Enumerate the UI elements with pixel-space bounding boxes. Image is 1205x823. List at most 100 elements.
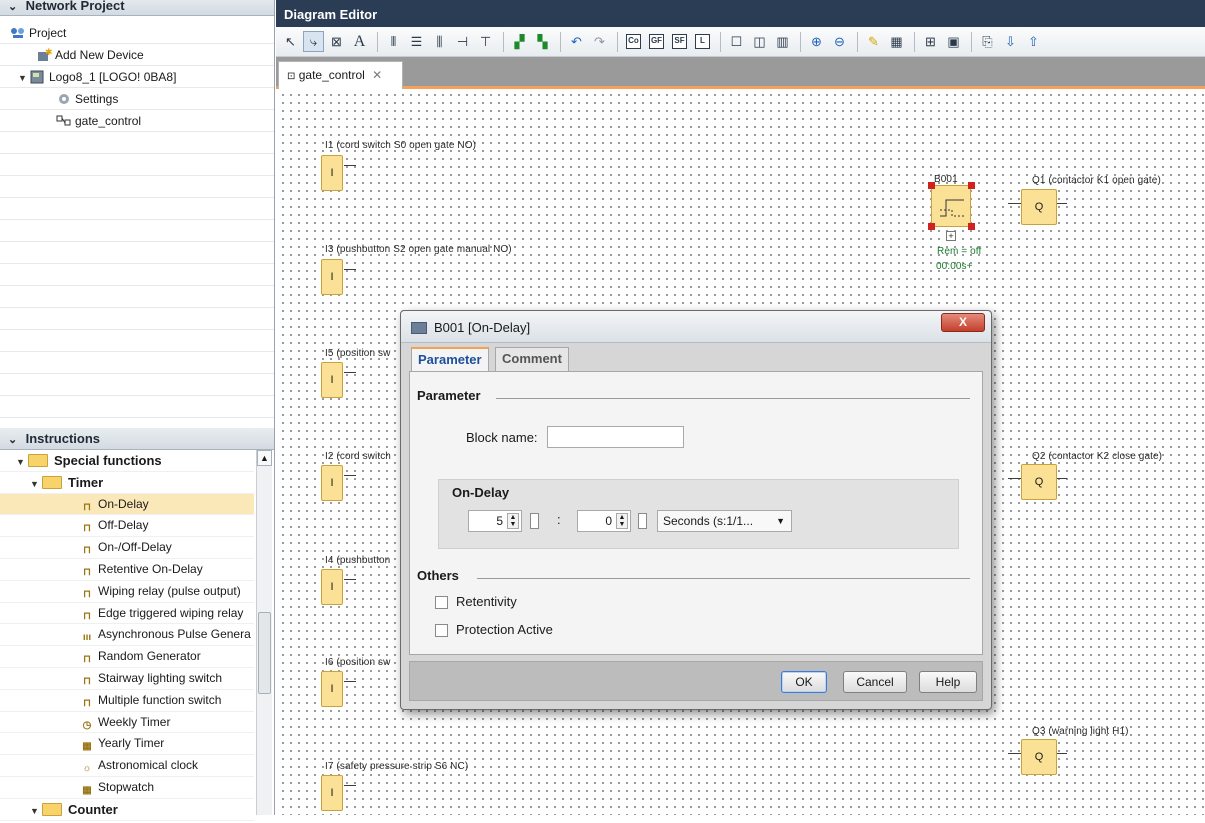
tab-comment[interactable]: Comment bbox=[495, 347, 569, 371]
highlight-icon[interactable]: ✎ bbox=[863, 31, 884, 52]
instruction-weekly-timer[interactable]: ◷ Weekly Timer bbox=[0, 712, 254, 734]
logic-button[interactable]: L bbox=[692, 31, 713, 52]
expand-arrow-icon[interactable]: ▼ bbox=[16, 452, 28, 474]
close-icon[interactable]: ✕ bbox=[372, 68, 382, 82]
split-view-icon[interactable]: ◫ bbox=[749, 31, 770, 52]
tree-item-add-device[interactable]: ✱ Add New Device bbox=[0, 44, 274, 66]
numbering-icon[interactable]: ▦ bbox=[886, 31, 907, 52]
properties-icon[interactable]: ⎘ bbox=[977, 31, 998, 52]
align-center-icon[interactable]: ☰ bbox=[406, 31, 427, 52]
redo-icon[interactable]: ↷ bbox=[589, 31, 610, 52]
scrollbar-thumb[interactable] bbox=[258, 612, 271, 694]
parameter-reference-icon[interactable] bbox=[530, 513, 539, 529]
expand-arrow-icon[interactable]: ▼ bbox=[18, 67, 30, 89]
instruction-yearly-timer[interactable]: ▦ Yearly Timer bbox=[0, 733, 254, 756]
undo-icon[interactable]: ↶ bbox=[566, 31, 587, 52]
input-block-i2[interactable]: I bbox=[321, 465, 343, 501]
input-block-i7[interactable]: I bbox=[321, 775, 343, 811]
instruction-stopwatch[interactable]: ▦ Stopwatch bbox=[0, 777, 254, 799]
cancel-button[interactable]: Cancel bbox=[843, 671, 907, 693]
output-block-q2[interactable]: Q bbox=[1021, 464, 1057, 500]
tree-folder-timer[interactable]: ▼ Timer bbox=[0, 472, 254, 494]
instruction-on-off-delay[interactable]: ⊓ On-/Off-Delay bbox=[0, 537, 254, 559]
constants-button[interactable]: Co bbox=[623, 31, 644, 52]
output-block-q3[interactable]: Q bbox=[1021, 739, 1057, 775]
expand-arrow-icon[interactable]: ▼ bbox=[30, 801, 42, 823]
align-top-icon[interactable]: ⫼ bbox=[429, 31, 450, 52]
instructions-scrollbar[interactable]: ▲ bbox=[256, 450, 272, 815]
tree-folder-counter[interactable]: ▼ Counter bbox=[0, 799, 254, 821]
instruction-edge-wiping-relay[interactable]: ⊓ Edge triggered wiping relay bbox=[0, 603, 254, 625]
split-connector-icon[interactable]: ⊠ bbox=[326, 31, 347, 52]
cut-connection-icon[interactable]: ▚ bbox=[532, 31, 553, 52]
upload-icon[interactable]: ⇧ bbox=[1023, 31, 1044, 52]
timer-block-b001[interactable] bbox=[931, 185, 971, 227]
time-value-spinner[interactable]: 5 ▲ ▼ bbox=[468, 510, 522, 532]
project-panel-header[interactable]: ⌄ Network Project bbox=[0, 0, 274, 16]
input-block-i3[interactable]: I bbox=[321, 259, 343, 295]
left-panel: ⌄ Network Project Project ✱ Add New Devic… bbox=[0, 0, 275, 821]
output-block-q1[interactable]: Q bbox=[1021, 189, 1057, 225]
instruction-wiping-relay[interactable]: ⊓ Wiping relay (pulse output) bbox=[0, 581, 254, 603]
selection-handle[interactable] bbox=[968, 182, 975, 189]
tab-gate-control[interactable]: ⊡ gate_control ✕ bbox=[278, 61, 403, 89]
instruction-retentive-on-delay[interactable]: ⊓ Retentive On-Delay bbox=[0, 559, 254, 581]
tree-item-project[interactable]: Project bbox=[0, 22, 274, 44]
connect-tool-icon[interactable]: ⤷ bbox=[303, 31, 324, 52]
spinner-arrows-icon[interactable]: ▲ ▼ bbox=[507, 513, 519, 529]
instructions-panel-header[interactable]: ⌄ Instructions bbox=[0, 428, 274, 450]
text-tool-icon[interactable]: A bbox=[349, 31, 370, 52]
input-block-i1[interactable]: I bbox=[321, 155, 343, 191]
chevron-down-icon[interactable]: ⌄ bbox=[8, 0, 22, 17]
instruction-off-delay[interactable]: ⊓ Off-Delay bbox=[0, 515, 254, 538]
single-view-icon[interactable]: ☐ bbox=[726, 31, 747, 52]
protection-active-checkbox[interactable] bbox=[435, 624, 448, 637]
expand-arrow-icon[interactable]: ▼ bbox=[30, 474, 42, 496]
move-block-icon[interactable]: ▞ bbox=[509, 31, 530, 52]
selection-handle[interactable] bbox=[928, 182, 935, 189]
spinner-arrows-icon[interactable]: ▲ ▼ bbox=[616, 513, 628, 529]
zoom-out-icon[interactable]: ⊖ bbox=[829, 31, 850, 52]
instruction-label: Astronomical clock bbox=[98, 758, 199, 773]
distribute-h-icon[interactable]: ⊣ bbox=[452, 31, 473, 52]
ok-button[interactable]: OK bbox=[781, 671, 827, 693]
tree-item-gate-control[interactable]: gate_control bbox=[0, 110, 274, 132]
instruction-pulse-generator[interactable]: ııı Asynchronous Pulse Genera bbox=[0, 624, 254, 647]
triple-view-icon[interactable]: ▥ bbox=[772, 31, 793, 52]
zoom-in-icon[interactable]: ⊕ bbox=[806, 31, 827, 52]
instruction-random-generator[interactable]: ⊓ Random Generator bbox=[0, 646, 254, 668]
parameter-reference-icon[interactable] bbox=[638, 513, 647, 529]
basic-functions-button[interactable]: GF bbox=[646, 31, 667, 52]
selection-handle[interactable] bbox=[928, 223, 935, 230]
tree-item-logo-device[interactable]: ▼ Logo8_1 [LOGO! 0BA8] bbox=[0, 66, 274, 88]
tree-folder-special-functions[interactable]: ▼ Special functions bbox=[0, 450, 254, 472]
help-button[interactable]: Help bbox=[919, 671, 977, 693]
expand-icon[interactable]: + bbox=[946, 231, 956, 241]
time-value-spinner-2[interactable]: 0 ▲ ▼ bbox=[577, 510, 631, 532]
selection-handle[interactable] bbox=[968, 223, 975, 230]
chevron-down-icon[interactable]: ⌄ bbox=[8, 430, 22, 451]
close-button[interactable]: X bbox=[941, 313, 985, 332]
instruction-stairway-switch[interactable]: ⊓ Stairway lighting switch bbox=[0, 668, 254, 690]
tree-item-settings[interactable]: Settings bbox=[0, 88, 274, 110]
input-block-i4[interactable]: I bbox=[321, 569, 343, 605]
block-name-input[interactable] bbox=[547, 426, 684, 448]
instruction-on-delay[interactable]: ⊓ On-Delay bbox=[0, 493, 254, 516]
dialog-title-bar[interactable]: B001 [On-Delay] X bbox=[401, 311, 991, 343]
select-tool-icon[interactable]: ↖ bbox=[280, 31, 301, 52]
scroll-up-icon[interactable]: ▲ bbox=[257, 450, 272, 466]
special-functions-button[interactable]: SF bbox=[669, 31, 690, 52]
online-test-icon[interactable]: ▣ bbox=[943, 31, 964, 52]
instruction-astronomical-clock[interactable]: ☼ Astronomical clock bbox=[0, 755, 254, 777]
distribute-v-icon[interactable]: ⊤ bbox=[475, 31, 496, 52]
input-block-i5[interactable]: I bbox=[321, 362, 343, 398]
align-left-icon[interactable]: ⫴ bbox=[383, 31, 404, 52]
instruction-multi-function-switch[interactable]: ⊓ Multiple function switch bbox=[0, 690, 254, 712]
tab-parameter[interactable]: Parameter bbox=[411, 347, 489, 372]
retentivity-checkbox[interactable] bbox=[435, 596, 448, 609]
input-block-i6[interactable]: I bbox=[321, 671, 343, 707]
download-icon[interactable]: ⇩ bbox=[1000, 31, 1021, 52]
simulation-icon[interactable]: ⊞ bbox=[920, 31, 941, 52]
time-units-select[interactable]: Seconds (s:1/1... ▼ bbox=[657, 510, 792, 532]
chevron-down-icon: ▼ bbox=[776, 516, 785, 526]
